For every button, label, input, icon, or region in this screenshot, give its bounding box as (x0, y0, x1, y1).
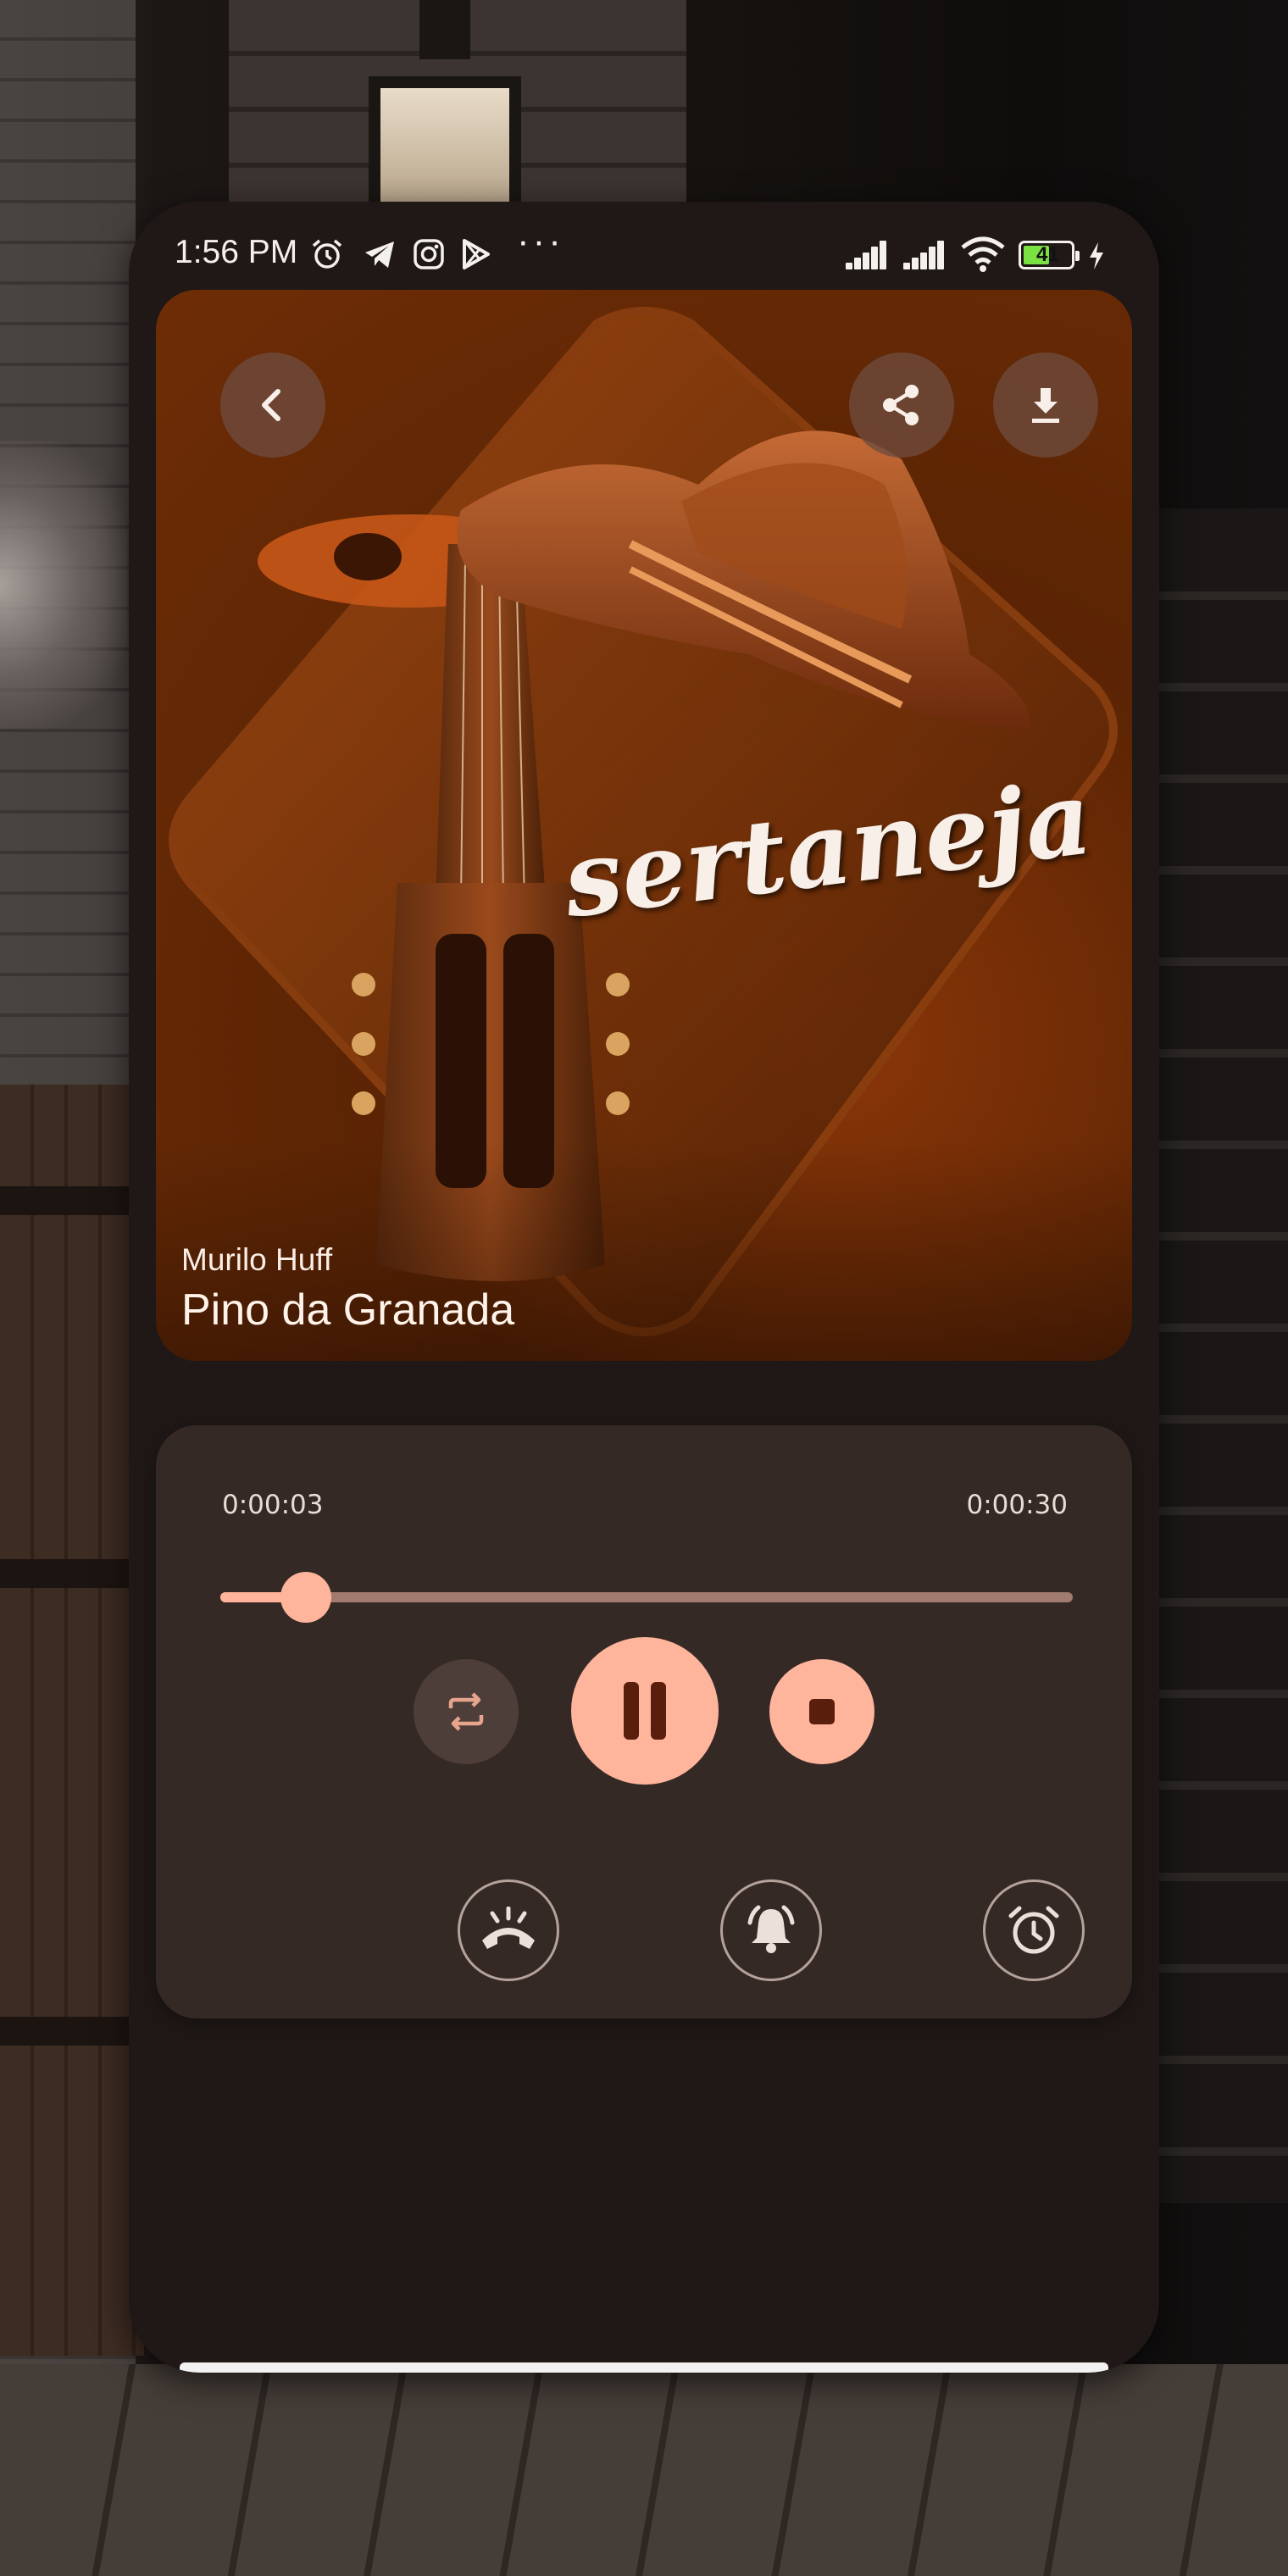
pause-button[interactable] (571, 1637, 719, 1785)
battery-icon: 41 (1019, 241, 1080, 269)
status-time: 1:56 PM (175, 234, 298, 270)
player-card: 0:00:03 0:00:30 (156, 1425, 1132, 2018)
wooden-wall-right (1152, 508, 1288, 2203)
notification-bell-icon (747, 1905, 795, 1953)
barrel-image (0, 1085, 144, 2356)
instagram-icon (414, 239, 444, 269)
playstore-icon (463, 239, 490, 269)
wooden-floor (0, 2364, 1288, 2576)
set-alarm-button[interactable] (983, 1879, 1085, 1981)
download-icon (1032, 388, 1059, 423)
stop-button[interactable] (769, 1659, 874, 1764)
window-light (0, 441, 127, 729)
total-time: 0:00:30 (966, 1490, 1068, 1520)
song-title: Pino da Granada (181, 1285, 515, 1335)
alarm-icon (312, 239, 342, 269)
signal-icon (903, 239, 951, 269)
set-ringtone-button[interactable] (458, 1879, 559, 1981)
wifi-icon (961, 236, 1005, 272)
pause-icon (624, 1682, 666, 1740)
signal-icon (846, 239, 893, 269)
set-notification-button[interactable] (720, 1879, 822, 1981)
repeat-icon (448, 1692, 484, 1731)
repeat-button[interactable] (414, 1659, 519, 1764)
seek-track (220, 1592, 1073, 1602)
share-icon (883, 385, 919, 425)
elapsed-time: 0:00:03 (222, 1490, 324, 1520)
seek-slider[interactable] (220, 1572, 1073, 1623)
back-icon (262, 389, 280, 421)
seek-thumb[interactable] (280, 1572, 331, 1623)
download-button[interactable] (993, 353, 1098, 458)
artist-name: Murilo Huff (181, 1242, 333, 1277)
ringtone-icon (482, 1907, 535, 1949)
share-button[interactable] (849, 353, 954, 458)
status-bar: 1:56 PM ··· 41 (129, 202, 1159, 295)
alarm-clock-icon (1008, 1906, 1059, 1954)
phone-screen: 1:56 PM ··· 41 sertaneja Murilo Huff Pin… (129, 202, 1159, 2373)
charging-icon (1090, 242, 1103, 269)
more-notifications-indicator: ··· (517, 220, 564, 262)
telegram-icon (365, 242, 394, 268)
album-art-card: sertaneja Murilo Huff Pino da Granada (156, 290, 1132, 1361)
battery-level: 41 (1036, 243, 1059, 266)
stop-icon (809, 1699, 835, 1724)
lantern-image (339, 0, 551, 203)
home-indicator (180, 2362, 1108, 2373)
back-button[interactable] (220, 353, 325, 458)
